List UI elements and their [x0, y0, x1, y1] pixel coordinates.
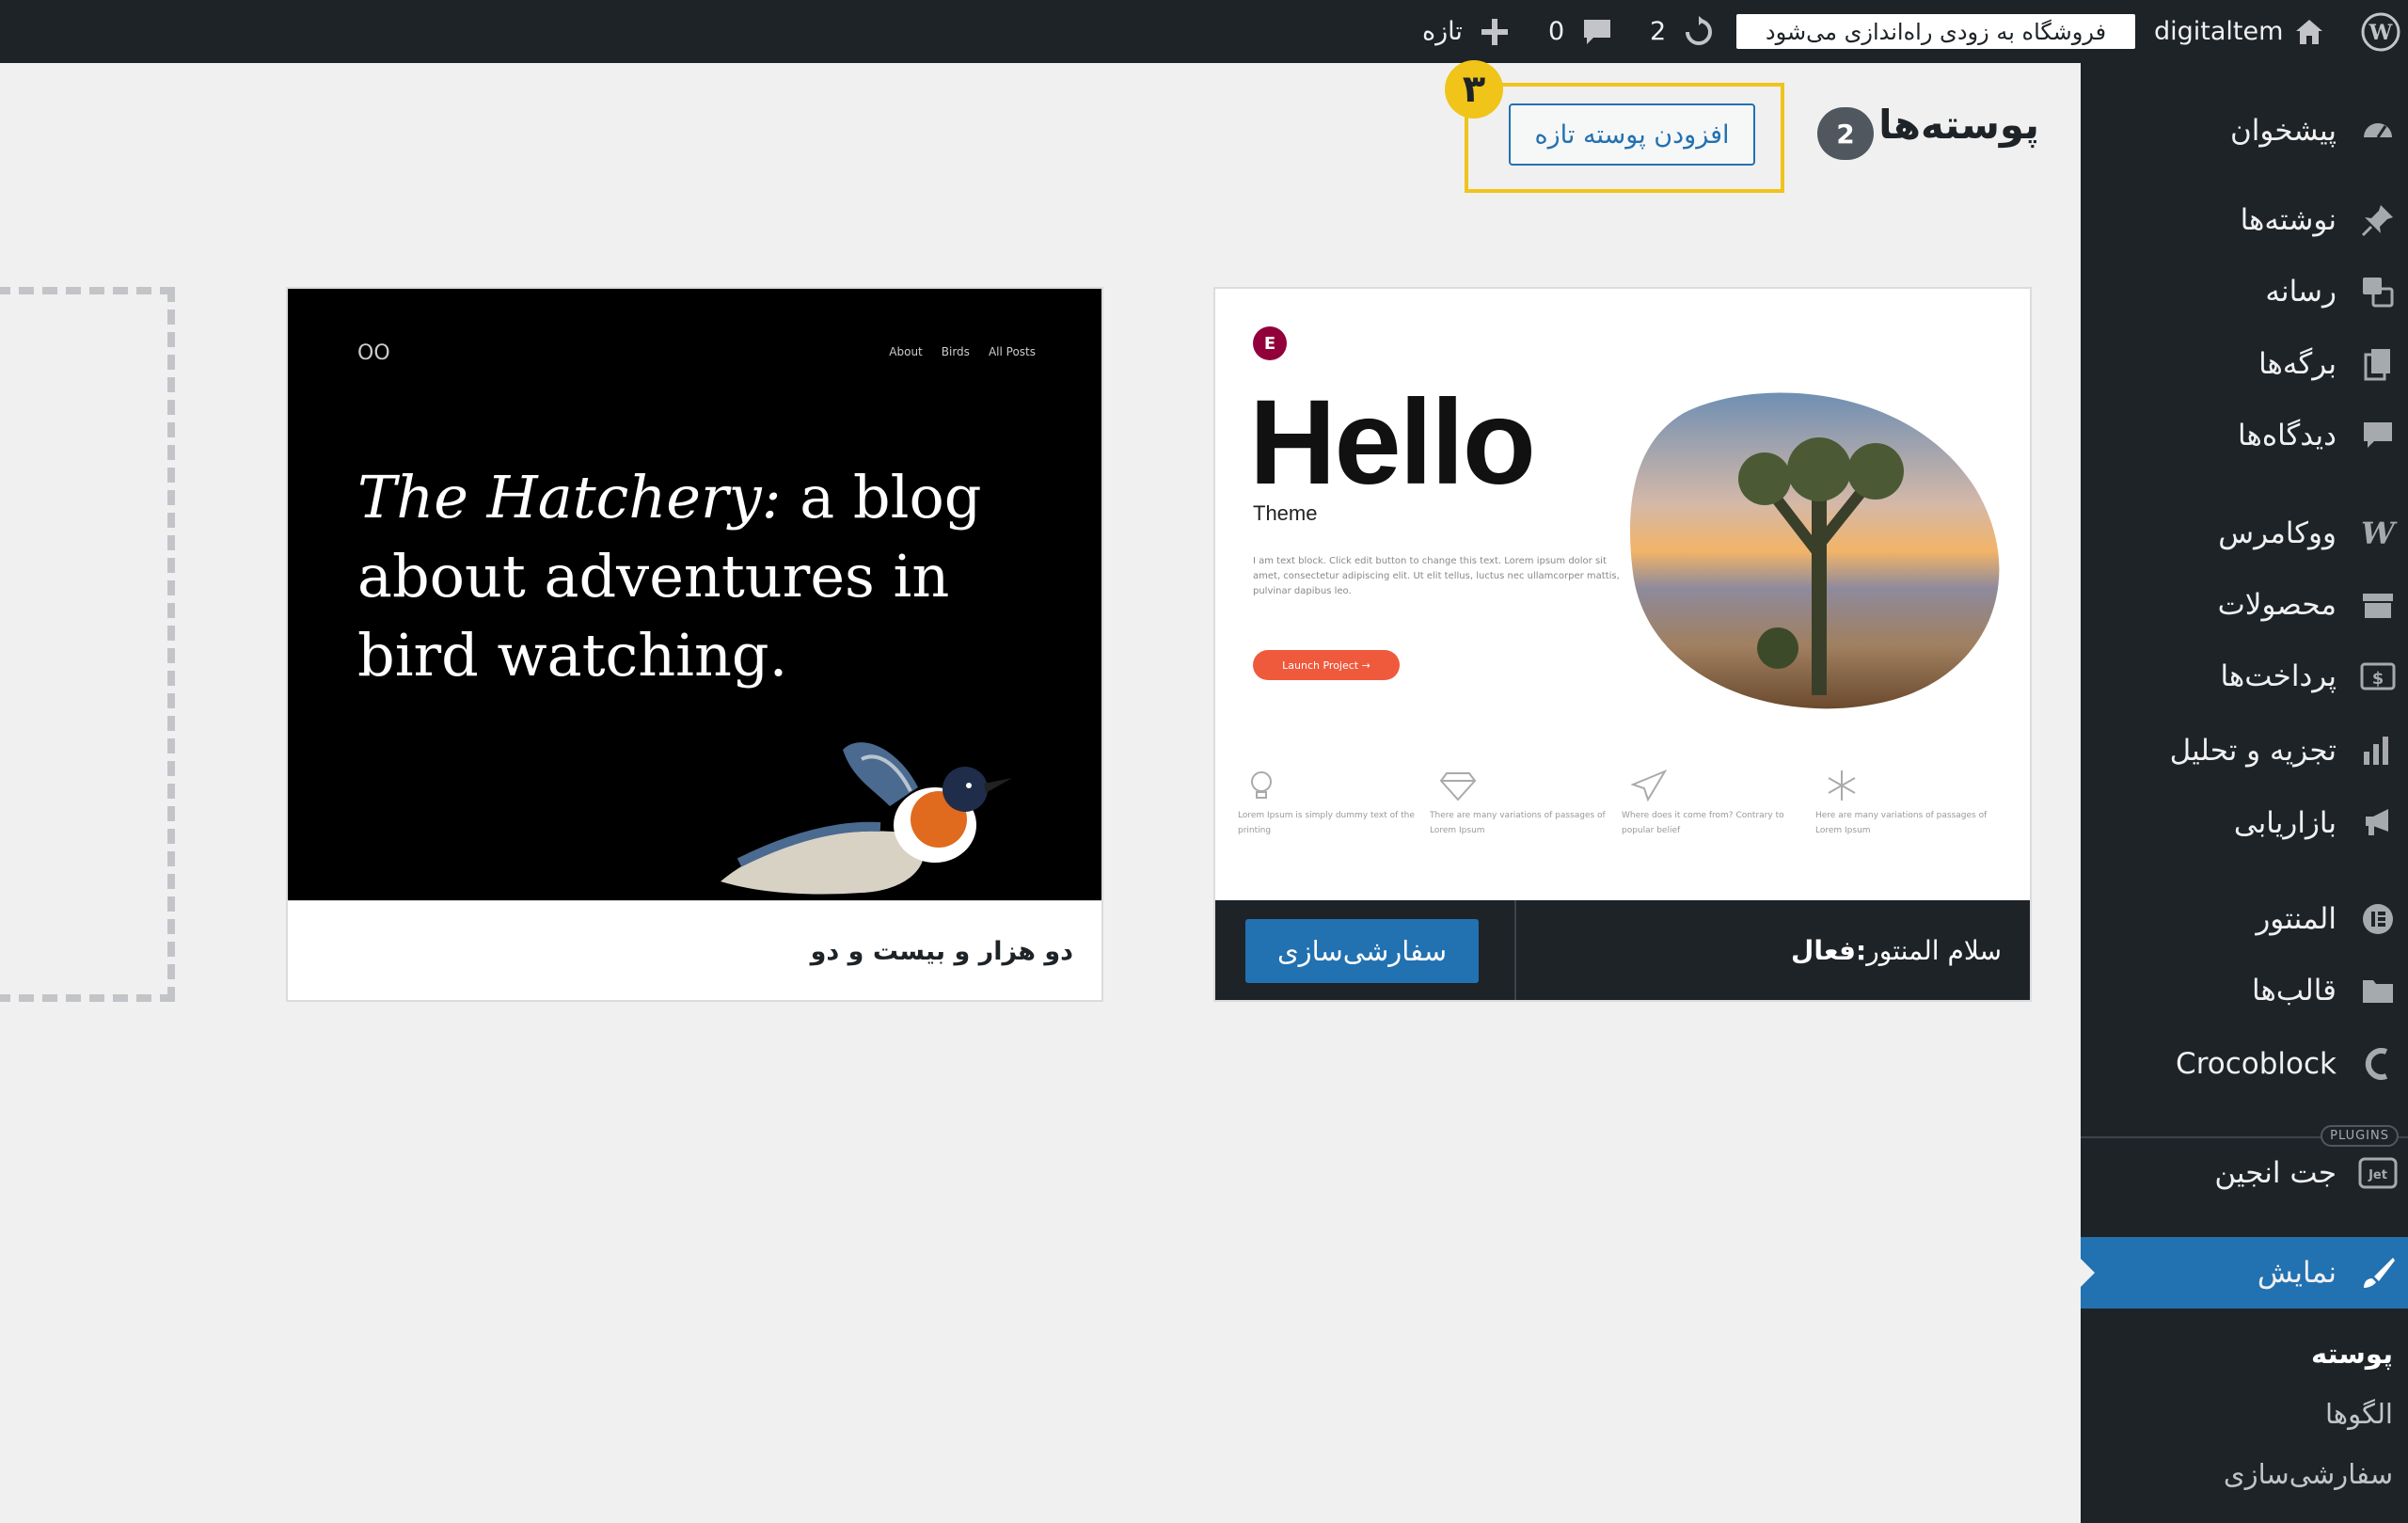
comment-icon	[2350, 407, 2406, 464]
submenu-patterns[interactable]: الگوها	[2081, 1388, 2408, 1440]
theme-card-footer: فعال: سلام المنتور سفارشی‌سازی	[1215, 900, 2030, 1000]
bird-image	[721, 742, 1012, 895]
updates-count: 2	[1650, 17, 1667, 46]
customize-button[interactable]: سفارشی‌سازی	[1245, 919, 1479, 983]
menu-item-posts[interactable]: نوشته‌ها	[2081, 192, 2408, 248]
preview-subtitle: Theme	[1253, 501, 1318, 525]
menu-item-comments[interactable]: دیدگاه‌ها	[2081, 407, 2408, 464]
preview-title: Hello	[1249, 375, 1536, 510]
preview-title: The Hatchery: a blog about adventures in…	[357, 463, 982, 690]
step-number-badge: ۳	[1445, 60, 1503, 119]
preview-nav: About Birds All Posts	[889, 345, 1036, 358]
footer-divider	[1514, 900, 1516, 1000]
menu-item-elementor[interactable]: المنتور	[2081, 891, 2408, 947]
snowflake-icon	[1815, 769, 1994, 802]
comment-icon	[1584, 19, 1610, 44]
svg-text:$: $	[2372, 669, 2384, 689]
feature-item: There are many variations of passages of…	[1430, 769, 1608, 838]
active-indicator	[2080, 1258, 2095, 1288]
menu-item-marketing[interactable]: بازاریابی	[2081, 795, 2408, 851]
pin-icon	[2350, 192, 2406, 248]
elementor-logo-icon: E	[1253, 326, 1287, 360]
svg-text:W: W	[2361, 516, 2398, 551]
feature-item: Where does it come from? Contrary to pop…	[1622, 769, 1800, 838]
products-icon	[2350, 577, 2406, 633]
menu-item-templates[interactable]: قالب‌ها	[2081, 962, 2408, 1019]
theme-screenshot[interactable]: E Hello Theme I am text block. Click edi…	[1215, 289, 2030, 900]
cactus-image	[1629, 392, 2000, 709]
hatchery-logo: OO	[357, 341, 390, 365]
theme-name: فعال: سلام المنتور	[1783, 900, 2002, 1000]
feature-item: Lorem Ipsum is simply dummy text of the …	[1238, 769, 1417, 838]
menu-item-products[interactable]: محصولات	[2081, 577, 2408, 633]
menu-item-appearance[interactable]: نمایش	[2080, 1237, 2408, 1309]
active-label: فعال:	[1791, 934, 1867, 966]
theme-card-active[interactable]: E Hello Theme I am text block. Click edi…	[1213, 287, 2032, 1002]
theme-count-badge: 2	[1817, 107, 1874, 160]
page-title: پوسته‌ها	[1878, 102, 2039, 148]
comments-link[interactable]	[1580, 0, 1614, 63]
admin-sidebar: پیشخوان نوشته‌ها رسانه برگه‌ها دیدگاه‌ها…	[2080, 63, 2408, 1523]
theme-screenshot[interactable]: OO About Birds All Posts The Hatchery: a…	[288, 289, 1101, 900]
crocoblock-icon	[2350, 1036, 2406, 1092]
plugins-tag: PLUGINS	[2321, 1125, 2399, 1147]
menu-item-pages[interactable]: برگه‌ها	[2081, 336, 2408, 392]
theme-card[interactable]: OO About Birds All Posts The Hatchery: a…	[286, 287, 1103, 1002]
submenu-themes[interactable]: پوسته	[2081, 1327, 2408, 1380]
woocommerce-icon: W	[2350, 505, 2406, 562]
menu-item-dashboard[interactable]: پیشخوان	[2081, 103, 2408, 159]
elementor-icon	[2350, 891, 2406, 947]
updates-link[interactable]	[1682, 0, 1716, 63]
menu-item-jet-engine[interactable]: Jet جت انجین	[2081, 1145, 2408, 1201]
preview-body-text: I am text block. Click edit button to ch…	[1253, 556, 1620, 596]
diamond-icon	[1430, 769, 1608, 802]
paper-plane-icon	[1622, 769, 1800, 802]
theme-card-footer: دو هزار و بیست و دو	[288, 900, 1101, 1000]
theme-name: دو هزار و بیست و دو	[810, 936, 1073, 966]
admin-bar: W digitaltem فروشگاه به زودی راه‌اندازی …	[0, 0, 2408, 63]
preview-launch-button: Launch Project →	[1253, 650, 1400, 680]
folder-icon	[2350, 962, 2406, 1019]
brush-icon	[2350, 1245, 2406, 1301]
menu-item-crocoblock[interactable]: Crocoblock	[2081, 1036, 2408, 1092]
menu-item-woocommerce[interactable]: W ووکامرس	[2081, 505, 2408, 562]
comments-count: 0	[1548, 17, 1565, 46]
menu-item-analytics[interactable]: تجزیه و تحلیل	[2081, 722, 2408, 779]
menu-item-payments[interactable]: $ پرداخت‌ها	[2081, 648, 2408, 705]
svg-text:W: W	[2368, 21, 2393, 45]
payments-icon: $	[2350, 648, 2406, 705]
megaphone-icon	[2350, 795, 2406, 851]
active-theme-name: سلام المنتور	[1866, 934, 2002, 966]
svg-text:Jet: Jet	[2368, 1168, 2387, 1182]
feature-item: Here are many variations of passages of …	[1815, 769, 1994, 838]
menu-item-media[interactable]: رسانه	[2081, 263, 2408, 320]
home-icon[interactable]	[2293, 0, 2325, 63]
add-new-theme-button[interactable]: افزودن پوسته تازه	[1509, 103, 1755, 166]
pages-icon	[2350, 336, 2406, 392]
add-new-theme-placeholder[interactable]	[0, 287, 175, 1002]
analytics-icon	[2350, 722, 2406, 779]
media-icon	[2350, 263, 2406, 320]
plus-icon[interactable]	[1479, 0, 1511, 63]
wordpress-logo-icon[interactable]: W	[2361, 0, 2400, 63]
refresh-icon	[1686, 15, 1712, 45]
site-name-link[interactable]: digitaltem	[2154, 0, 2283, 63]
jet-icon: Jet	[2350, 1145, 2406, 1201]
submenu-customize[interactable]: سفارشی‌سازی	[2081, 1448, 2408, 1500]
dashboard-icon	[2350, 103, 2406, 159]
store-notice[interactable]: فروشگاه به زودی راه‌اندازی می‌شود	[1736, 14, 2135, 49]
lightbulb-icon	[1238, 769, 1417, 802]
new-content-link[interactable]: تازه	[1422, 0, 1463, 63]
